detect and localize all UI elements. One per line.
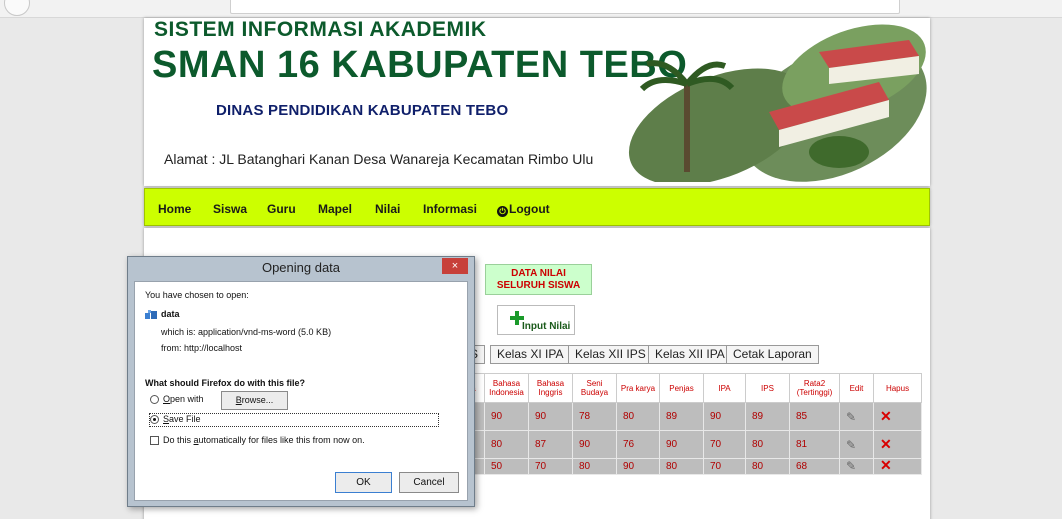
table-cell: 76 xyxy=(616,430,660,459)
table-row: 90 90 78 80 89 90 89 85 ✎ ✕ xyxy=(462,402,922,431)
input-nilai-label: Input Nilai xyxy=(522,321,571,332)
table-cell: 78 xyxy=(572,402,617,431)
main-nav: Home Siswa Guru Mapel Nilai Informasi ⏻ L… xyxy=(144,188,930,226)
edit-cell[interactable]: ✎ xyxy=(839,430,874,459)
dialog-title: Opening data xyxy=(261,260,341,275)
delete-cell[interactable]: ✕ xyxy=(873,402,922,431)
grades-table: a Bahasa Indonesia Bahasa Inggris Seni B… xyxy=(462,373,922,475)
table-cell: 68 xyxy=(789,458,840,475)
table-cell: 90 xyxy=(484,402,529,431)
column-header: Edit xyxy=(839,373,874,403)
dialog-intro: You have chosen to open: xyxy=(145,290,249,300)
site-subtitle: DINAS PENDIDIKAN KABUPATEN TEBO xyxy=(216,102,509,119)
table-cell: 80 xyxy=(572,458,617,475)
column-header: Pra karya xyxy=(616,373,660,403)
site-header: SISTEM INFORMASI AKADEMIK SMAN 16 KABUPA… xyxy=(144,18,930,186)
table-cell: 80 xyxy=(745,430,790,459)
table-cell: 80 xyxy=(616,402,660,431)
nav-mapel[interactable]: Mapel xyxy=(318,202,352,216)
table-row: 50 70 80 90 80 70 80 68 ✎ ✕ xyxy=(462,457,922,475)
edit-cell[interactable]: ✎ xyxy=(839,402,874,431)
school-photos-image xyxy=(628,24,927,182)
table-cell: 70 xyxy=(703,430,746,459)
class-tab-xi-ipa[interactable]: Kelas XI IPA xyxy=(490,345,571,364)
class-tab-xii-ips[interactable]: Kelas XII IPS xyxy=(568,345,653,364)
open-with-label[interactable]: Open with xyxy=(163,394,204,404)
edit-icon[interactable]: ✎ xyxy=(846,438,856,452)
site-address: Alamat : JL Batanghari Kanan Desa Wanare… xyxy=(164,151,594,167)
nav-informasi[interactable]: Informasi xyxy=(423,202,477,216)
edit-cell[interactable]: ✎ xyxy=(839,458,874,475)
word-file-icon xyxy=(145,310,157,319)
class-tab-xii-ipa[interactable]: Kelas XII IPA xyxy=(648,345,732,364)
delete-icon[interactable]: ✕ xyxy=(880,436,892,452)
ok-button[interactable]: OK xyxy=(335,472,392,493)
column-header: Hapus xyxy=(873,373,922,403)
auto-checkbox[interactable] xyxy=(150,436,159,445)
table-cell: 50 xyxy=(484,458,529,475)
opening-file-dialog: Opening data × You have chosen to open: … xyxy=(127,256,475,507)
edit-icon[interactable]: ✎ xyxy=(846,410,856,424)
back-button[interactable] xyxy=(4,0,30,16)
address-bar[interactable] xyxy=(230,0,900,14)
nav-logout-label: Logout xyxy=(509,202,550,216)
table-cell: 80 xyxy=(484,430,529,459)
column-header: IPA xyxy=(703,373,746,403)
site-title-line1: SISTEM INFORMASI AKADEMIK xyxy=(154,18,487,41)
file-type: which is: application/vnd-ms-word (5.0 K… xyxy=(161,327,332,337)
browser-toolbar xyxy=(0,0,1062,18)
dialog-body: You have chosen to open: data which is: … xyxy=(134,281,468,501)
table-cell: 70 xyxy=(528,458,573,475)
power-icon: ⏻ xyxy=(497,206,508,217)
column-header: Seni Budaya xyxy=(572,373,617,403)
column-header: Bahasa Inggris xyxy=(528,373,573,403)
browse-button[interactable]: Browse... xyxy=(221,391,288,410)
nav-siswa[interactable]: Siswa xyxy=(213,202,247,216)
table-row: 80 87 90 76 90 70 80 81 ✎ ✕ xyxy=(462,430,922,459)
delete-icon[interactable]: ✕ xyxy=(880,408,892,424)
delete-icon[interactable]: ✕ xyxy=(880,457,892,473)
table-cell: 90 xyxy=(703,402,746,431)
table-cell: 89 xyxy=(659,402,704,431)
auto-checkbox-label[interactable]: Do this automatically for files like thi… xyxy=(163,435,365,445)
nav-nilai[interactable]: Nilai xyxy=(375,202,400,216)
table-cell: 85 xyxy=(789,402,840,431)
data-title-box: DATA NILAI SELURUH SISWA xyxy=(485,264,592,295)
table-header-row: a Bahasa Indonesia Bahasa Inggris Seni B… xyxy=(462,373,922,403)
nav-home[interactable]: Home xyxy=(158,202,191,216)
column-header: Bahasa Indonesia xyxy=(484,373,529,403)
dialog-question: What should Firefox do with this file? xyxy=(145,378,305,388)
dialog-close-button[interactable]: × xyxy=(442,258,468,274)
input-nilai-button[interactable]: Input Nilai xyxy=(497,305,575,335)
file-source: from: http://localhost xyxy=(161,343,243,353)
save-file-label[interactable]: Save File xyxy=(163,414,201,424)
table-cell: 90 xyxy=(572,430,617,459)
save-file-radio[interactable] xyxy=(150,415,159,424)
cetak-laporan-button[interactable]: Cetak Laporan xyxy=(726,345,819,364)
column-header: IPS xyxy=(745,373,790,403)
table-cell: 81 xyxy=(789,430,840,459)
table-cell: 80 xyxy=(659,458,704,475)
table-cell: 90 xyxy=(659,430,704,459)
cancel-button[interactable]: Cancel xyxy=(399,472,459,493)
table-cell: 70 xyxy=(703,458,746,475)
open-with-radio[interactable] xyxy=(150,395,159,404)
column-header: Rata2 (Tertinggi) xyxy=(789,373,840,403)
nav-logout[interactable]: ⏻ Logout xyxy=(497,202,550,217)
column-header: Penjas xyxy=(659,373,704,403)
delete-cell[interactable]: ✕ xyxy=(873,430,922,459)
delete-cell[interactable]: ✕ xyxy=(873,457,922,475)
file-name: data xyxy=(161,309,180,319)
edit-icon[interactable]: ✎ xyxy=(846,459,856,473)
nav-guru[interactable]: Guru xyxy=(267,202,296,216)
table-cell: 89 xyxy=(745,402,790,431)
table-cell: 90 xyxy=(528,402,573,431)
table-cell: 80 xyxy=(745,458,790,475)
table-cell: 90 xyxy=(616,458,660,475)
table-cell: 87 xyxy=(528,430,573,459)
